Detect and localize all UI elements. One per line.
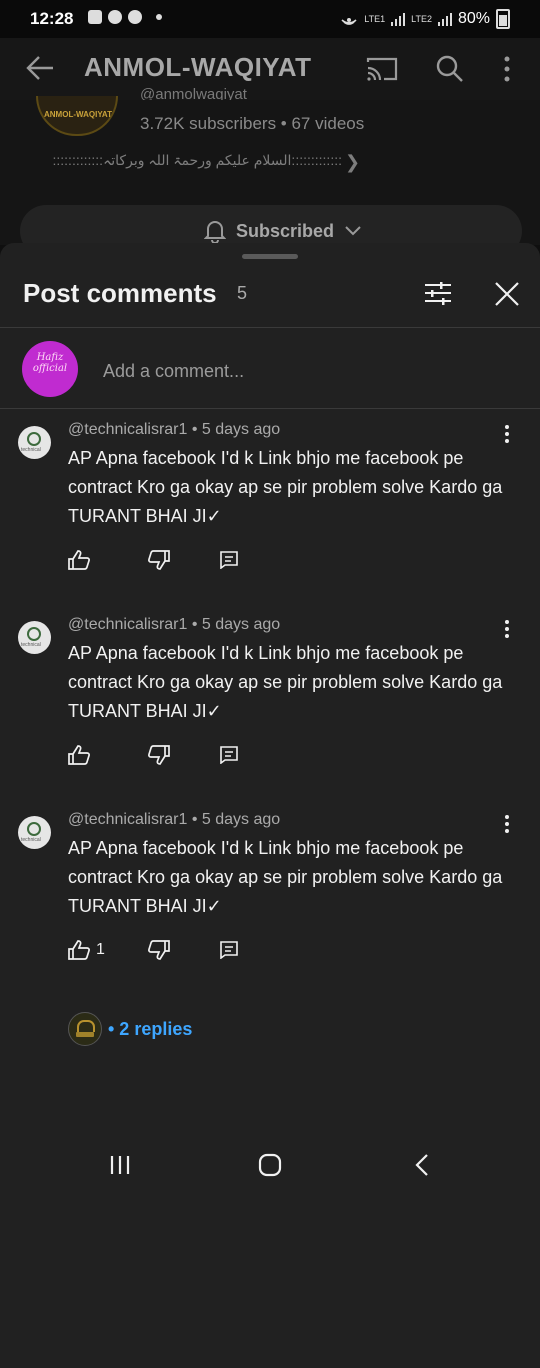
dislike-button[interactable] <box>148 938 170 962</box>
chevron-right-icon[interactable]: ❯ <box>345 152 360 173</box>
thumbs-down-icon <box>148 550 170 570</box>
channel-handle: @anmolwaqiyat <box>140 86 247 100</box>
channel-logo-text: ANMOL-WAQIYAT <box>44 110 112 119</box>
reply-button[interactable] <box>220 743 238 767</box>
comment-item: @technicalisrar1 • 5 days ago AP Apna fa… <box>0 811 540 1006</box>
reply-button[interactable] <box>220 938 238 962</box>
app-notification-icon <box>108 10 122 24</box>
bell-icon <box>204 221 226 243</box>
recent-apps-button[interactable] <box>100 1150 140 1180</box>
comment-text: AP Apna facebook I'd k Link bhjo me face… <box>68 643 503 721</box>
chevron-down-icon <box>345 226 361 236</box>
reply-comment-icon <box>220 551 238 569</box>
status-bar: 12:28 LTE1 LTE2 80% <box>0 0 540 38</box>
sim2-label: LTE2 <box>411 13 432 24</box>
more-vert-icon[interactable] <box>502 55 512 83</box>
comment-meta: @technicalisrar1 • 5 days ago <box>68 616 281 633</box>
user-avatar[interactable]: Hafiz official <box>22 341 78 397</box>
add-comment-input[interactable] <box>101 357 485 385</box>
like-button[interactable]: 1 <box>68 938 105 962</box>
back-button[interactable] <box>402 1150 442 1180</box>
signal2-icon <box>437 12 452 26</box>
comment-more-icon[interactable] <box>500 617 514 641</box>
status-right: LTE1 LTE2 80% <box>340 9 510 29</box>
replier-avatar <box>68 1012 102 1046</box>
like-count: 1 <box>96 941 105 958</box>
close-icon[interactable] <box>494 281 520 307</box>
thumbs-up-icon <box>68 550 90 570</box>
search-icon[interactable] <box>436 55 464 83</box>
dislike-button[interactable] <box>148 548 170 572</box>
back-arrow-icon[interactable] <box>26 55 54 81</box>
comment-author[interactable]: @technicalisrar1 <box>68 421 187 438</box>
divider <box>0 408 540 409</box>
back-icon <box>415 1154 428 1176</box>
replies-link[interactable]: • 2 replies <box>108 1019 192 1040</box>
filter-icon[interactable] <box>424 281 452 305</box>
channel-description[interactable]: :::::::::::::السلام علیکم ورحمۃ اللہ وبر… <box>22 152 343 169</box>
more-notifications-icon <box>156 14 162 20</box>
drag-handle[interactable] <box>242 254 298 259</box>
thumbs-down-icon <box>148 940 170 960</box>
reply-button[interactable] <box>220 548 238 572</box>
comment-meta: @technicalisrar1 • 5 days ago <box>68 811 281 828</box>
divider <box>0 327 540 328</box>
comment-text: AP Apna facebook I'd k Link bhjo me face… <box>68 838 503 916</box>
comment-more-icon[interactable] <box>500 422 514 446</box>
signal1-icon <box>391 12 406 26</box>
reply-comment-icon <box>220 746 238 764</box>
recent-apps-icon <box>110 1156 130 1174</box>
view-replies[interactable]: • 2 replies <box>68 1012 192 1046</box>
comment-count: 5 <box>237 283 248 303</box>
comment-author[interactable]: @technicalisrar1 <box>68 811 187 828</box>
comment-author[interactable]: @technicalisrar1 <box>68 616 187 633</box>
system-nav-bar <box>0 1130 540 1200</box>
thumbs-down-icon <box>148 745 170 765</box>
hotspot-icon <box>341 18 357 25</box>
comment-item: @technicalisrar1 • 5 days ago AP Apna fa… <box>0 421 540 616</box>
comment-age: 5 days ago <box>201 811 281 828</box>
sheet-title: Post comments <box>23 278 217 308</box>
commenter-avatar[interactable] <box>18 621 51 654</box>
comment-age: 5 days ago <box>201 616 281 633</box>
channel-title: ANMOL-WAQIYAT <box>84 52 312 82</box>
comment-age: 5 days ago <box>201 421 281 438</box>
comment-more-icon[interactable] <box>500 812 514 836</box>
battery-icon <box>496 9 510 29</box>
dislike-button[interactable] <box>148 743 170 767</box>
gallery-icon <box>88 10 102 24</box>
commenter-avatar[interactable] <box>18 816 51 849</box>
comment-text: AP Apna facebook I'd k Link bhjo me face… <box>68 448 503 526</box>
sim1-label: LTE1 <box>364 13 386 24</box>
chat-icon <box>128 10 142 24</box>
like-button[interactable] <box>68 548 96 572</box>
subscriber-info: 3.72K subscribers • 67 videos <box>140 114 365 133</box>
home-icon <box>258 1153 282 1177</box>
notification-icons <box>88 10 162 24</box>
status-time: 12:28 <box>30 9 74 28</box>
commenter-avatar[interactable] <box>18 426 51 459</box>
reply-comment-icon <box>220 941 238 959</box>
comment-meta: @technicalisrar1 • 5 days ago <box>68 421 281 438</box>
thumbs-up-icon <box>68 745 90 765</box>
comment-item: @technicalisrar1 • 5 days ago AP Apna fa… <box>0 616 540 811</box>
home-button[interactable] <box>250 1150 290 1180</box>
like-button[interactable] <box>68 743 96 767</box>
subscribed-label: Subscribed <box>236 220 335 241</box>
cast-icon[interactable] <box>366 56 398 82</box>
battery-percent: 80% <box>457 10 490 27</box>
thumbs-up-icon <box>68 940 90 960</box>
